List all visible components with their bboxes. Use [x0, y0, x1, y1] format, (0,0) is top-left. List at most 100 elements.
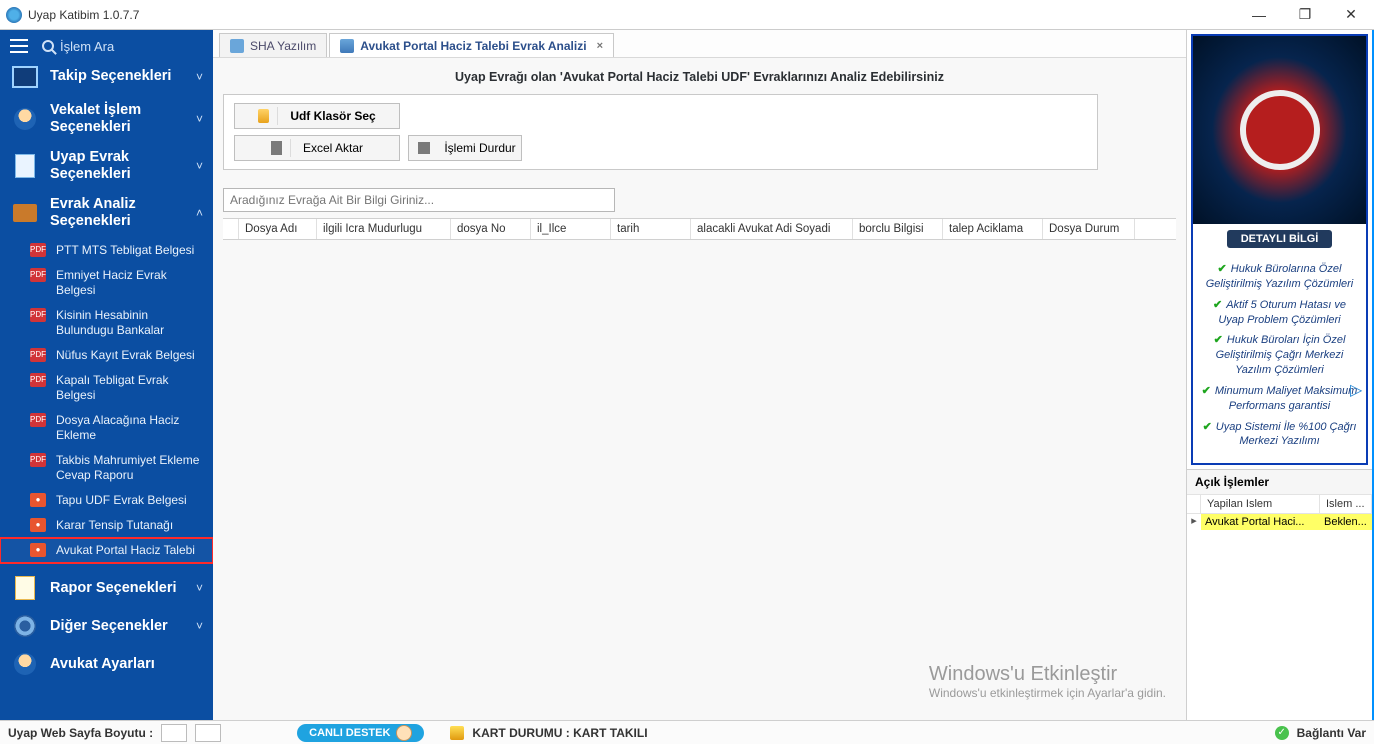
- ops-row-name: Avukat Portal Haci...: [1201, 514, 1320, 530]
- window-minimize-button[interactable]: —: [1236, 0, 1282, 30]
- excel-export-button[interactable]: Excel Aktar: [234, 135, 400, 161]
- udf-folder-select-button[interactable]: Udf Klasör Seç: [234, 103, 400, 129]
- card-icon: [450, 726, 464, 740]
- sidebar: İşlem Ara Takip Seçenekleri ˅ Vekalet İş…: [0, 30, 213, 720]
- page-size-input-2[interactable]: [195, 724, 221, 742]
- nav-evrak-analiz[interactable]: Evrak Analiz Seçenekleri ˄: [0, 190, 213, 237]
- ops-header-islem[interactable]: Yapilan Islem: [1201, 495, 1320, 513]
- sidebar-search[interactable]: İşlem Ara: [42, 39, 114, 54]
- stop-icon: [414, 139, 434, 157]
- grid-header-talep[interactable]: talep Aciklama: [943, 219, 1043, 239]
- nav-label: Evrak Analiz Seçenekleri: [50, 196, 184, 231]
- ops-header-marker[interactable]: [1187, 495, 1201, 513]
- stop-process-button[interactable]: İşlemi Durdur: [408, 135, 522, 161]
- lawyer-icon: [12, 651, 38, 677]
- grid-header-icra[interactable]: ilgili Icra Mudurlugu: [317, 219, 451, 239]
- nav-uyap-evrak[interactable]: Uyap Evrak Seçenekleri ˅: [0, 143, 213, 190]
- tab-bar: SHA Yazılım Avukat Portal Haciz Talebi E…: [213, 30, 1186, 58]
- sub-avukat-portal-haciz[interactable]: ●Avukat Portal Haciz Talebi: [0, 538, 213, 563]
- page-title: Uyap Evrağı olan 'Avukat Portal Haciz Ta…: [223, 66, 1176, 94]
- app-logo-icon: [6, 7, 22, 23]
- live-support-button[interactable]: CANLI DESTEK: [297, 724, 424, 742]
- nav-label: Uyap Evrak Seçenekleri: [50, 149, 184, 184]
- save-icon: [271, 139, 291, 157]
- udf-icon: ●: [30, 518, 46, 532]
- window-close-button[interactable]: ✕: [1328, 0, 1374, 30]
- ad-item: Hukuk Bürolarına Özel Geliştirilmiş Yazı…: [1201, 262, 1358, 292]
- grid-header-durum[interactable]: Dosya Durum: [1043, 219, 1135, 239]
- pdf-icon: PDF: [30, 453, 46, 467]
- sub-dosya-alacagi[interactable]: PDF Dosya Alacağına Haciz Ekleme: [0, 408, 213, 448]
- gear-icon: [12, 613, 38, 639]
- window-maximize-button[interactable]: ❐: [1282, 0, 1328, 30]
- pdf-icon: PDF: [30, 268, 46, 282]
- nav-vekalet-islem[interactable]: Vekalet İşlem Seçenekleri ˅: [0, 96, 213, 143]
- grid-header-borclu[interactable]: borclu Bilgisi: [853, 219, 943, 239]
- pdf-icon: PDF: [30, 373, 46, 387]
- hamburger-icon[interactable]: [10, 39, 28, 53]
- nav-label: Avukat Ayarları: [50, 656, 203, 673]
- ops-row-status: Beklen...: [1320, 514, 1372, 530]
- document-icon: [12, 153, 38, 179]
- frame-icon: [12, 64, 38, 90]
- sub-label: Dosya Alacağına Haciz Ekleme: [56, 413, 203, 443]
- person-icon: [12, 106, 38, 132]
- grid-header-il-ilce[interactable]: il_Ilce: [531, 219, 611, 239]
- nav-diger[interactable]: Diğer Seçenekler ˅: [0, 607, 213, 645]
- open-operations-title: Açık İşlemler: [1187, 470, 1372, 495]
- window-title: Uyap Katibim 1.0.7.7: [28, 8, 139, 22]
- sub-emniyet[interactable]: PDFEmniyet Haciz Evrak Belgesi: [0, 263, 213, 303]
- open-operations-panel: Açık İşlemler Yapilan Islem Islem ... ▸ …: [1187, 469, 1372, 530]
- expand-right-arrow-icon[interactable]: ▷: [1350, 380, 1370, 400]
- udf-icon: ●: [30, 543, 46, 557]
- sub-takbis[interactable]: PDF Takbis Mahrumiyet Ekleme Cevap Raporu: [0, 448, 213, 488]
- button-label: Excel Aktar: [303, 141, 363, 155]
- connection-ok-icon: ✓: [1275, 726, 1289, 740]
- chevron-down-icon: ˅: [196, 70, 203, 84]
- sub-tapu-udf[interactable]: ●Tapu UDF Evrak Belgesi: [0, 488, 213, 513]
- sub-kapali-tebligat[interactable]: PDFKapalı Tebligat Evrak Belgesi: [0, 368, 213, 408]
- nav-avukat-ayar[interactable]: Avukat Ayarları: [0, 645, 213, 683]
- sub-label: Kisinin Hesabinin Bulundugu Bankalar: [56, 308, 203, 338]
- sub-karar-tensip[interactable]: ●Karar Tensip Tutanağı: [0, 513, 213, 538]
- nav-label: Takip Seçenekleri: [50, 68, 184, 85]
- sub-ptt-mts[interactable]: PDFPTT MTS Tebligat Belgesi: [0, 238, 213, 263]
- ad-details-button[interactable]: DETAYLI BİLGİ: [1227, 230, 1333, 248]
- support-avatar-icon: [396, 725, 412, 741]
- ad-feature-list: Hukuk Bürolarına Özel Geliştirilmiş Yazı…: [1193, 256, 1366, 455]
- report-icon: [12, 575, 38, 601]
- sub-hesap-banka[interactable]: PDF Kisinin Hesabinin Bulundugu Bankalar: [0, 303, 213, 343]
- grid-row-selector-header[interactable]: [223, 219, 239, 239]
- toolbar: Udf Klasör Seç Excel Aktar İşlemi Durdur: [223, 94, 1098, 170]
- status-bar: Uyap Web Sayfa Boyutu : CANLI DESTEK KAR…: [0, 720, 1374, 744]
- pdf-icon: PDF: [30, 308, 46, 322]
- grid-header-avukat[interactable]: alacakli Avukat Adi Soyadi: [691, 219, 853, 239]
- ad-panel: DETAYLI BİLGİ Hukuk Bürolarına Özel Geli…: [1191, 34, 1368, 465]
- grid-search-input[interactable]: [223, 188, 615, 212]
- tab-close-icon[interactable]: ×: [597, 40, 603, 52]
- udf-icon: ●: [30, 493, 46, 507]
- ad-image: [1193, 36, 1366, 224]
- watermark-title: Windows'u Etkinleştir: [929, 663, 1166, 686]
- nav-rapor[interactable]: Rapor Seçenekleri ˅: [0, 569, 213, 607]
- grid-header-dosya-adi[interactable]: Dosya Adı: [239, 219, 317, 239]
- tab-icon: [340, 39, 354, 53]
- grid-header-tarih[interactable]: tarih: [611, 219, 691, 239]
- grid-header-dosya-no[interactable]: dosya No: [451, 219, 531, 239]
- ops-row[interactable]: ▸ Avukat Portal Haci... Beklen...: [1187, 514, 1372, 530]
- ops-header-durum[interactable]: Islem ...: [1320, 495, 1372, 513]
- search-icon: [42, 40, 54, 52]
- nav-label: Vekalet İşlem Seçenekleri: [50, 102, 184, 137]
- tab-sha-yazilim[interactable]: SHA Yazılım: [219, 33, 327, 57]
- page-size-input-1[interactable]: [161, 724, 187, 742]
- tab-haciz-analizi[interactable]: Avukat Portal Haciz Talebi Evrak Analizi…: [329, 33, 614, 57]
- sub-label: PTT MTS Tebligat Belgesi: [56, 243, 203, 258]
- nav-takip-secenekleri[interactable]: Takip Seçenekleri ˅: [0, 58, 213, 96]
- button-label: İşlemi Durdur: [444, 141, 515, 155]
- chevron-down-icon: ˅: [196, 159, 203, 173]
- pdf-icon: PDF: [30, 413, 46, 427]
- grid-header: Dosya Adı ilgili Icra Mudurlugu dosya No…: [223, 218, 1176, 240]
- sub-label: Takbis Mahrumiyet Ekleme Cevap Raporu: [56, 453, 203, 483]
- nav-label: Rapor Seçenekleri: [50, 580, 184, 597]
- sub-nufus[interactable]: PDFNüfus Kayıt Evrak Belgesi: [0, 343, 213, 368]
